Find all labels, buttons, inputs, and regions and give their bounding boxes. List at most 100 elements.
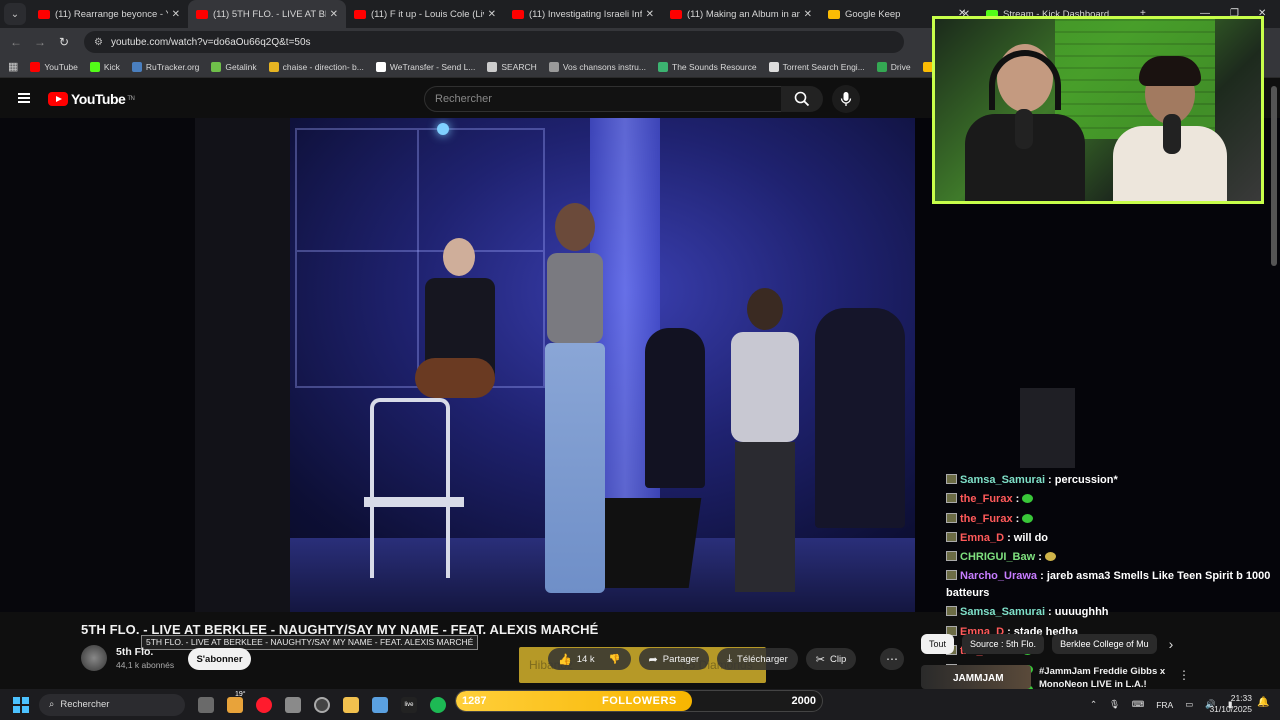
chat-text: : will do: [1004, 531, 1049, 544]
keep-favicon-icon: [828, 9, 840, 19]
download-label: Télécharger: [737, 653, 788, 665]
bookmark-favicon-icon: [268, 61, 279, 72]
like-button[interactable]: 👍 14 k 👎: [548, 648, 631, 670]
chat-badge-icon: [946, 551, 957, 562]
thumbs-down-icon[interactable]: 👎: [609, 654, 621, 665]
weather-icon[interactable]: 19°: [227, 691, 246, 713]
site-info-icon[interactable]: ⚙: [94, 37, 103, 48]
taskbar-search[interactable]: ⌕ Rechercher: [39, 693, 185, 716]
followers-label: FOLLOWERS: [602, 695, 677, 707]
tab-title: (11) Rearrange beyonce - YouTube: [55, 8, 168, 20]
reload-icon[interactable]: ↻: [52, 35, 76, 49]
task-view-icon[interactable]: [198, 696, 214, 713]
app-circle-icon[interactable]: [314, 696, 330, 713]
tab-close-icon[interactable]: ✕: [804, 9, 812, 20]
share-icon: ➦: [648, 653, 658, 666]
search-placeholder: Rechercher: [435, 93, 492, 105]
browser-tab[interactable]: (11) Making an Album in an Of ✕: [662, 0, 820, 28]
chat-text: : uuuughhh: [1045, 606, 1109, 619]
tab-close-icon[interactable]: ✕: [488, 9, 496, 20]
chip-berklee[interactable]: Berklee College of Mu: [1052, 634, 1157, 654]
chat-username: the_Furax: [960, 493, 1013, 506]
chevron-up-icon[interactable]: ⌃: [1090, 699, 1097, 710]
clock[interactable]: 21:33 31/10/2025: [1208, 693, 1252, 715]
kebab-menu-icon[interactable]: ⋮: [1178, 668, 1190, 682]
bookmark-item[interactable]: Drive: [876, 61, 911, 72]
bookmark-item[interactable]: Getalink: [211, 61, 257, 72]
youtube-favicon-icon: [512, 9, 524, 19]
thumbs-up-icon: 👍: [558, 653, 572, 666]
file-explorer-icon[interactable]: [343, 696, 359, 713]
bookmark-favicon-icon: [375, 61, 386, 72]
bookmark-item[interactable]: The Sounds Resource: [658, 61, 757, 72]
keyboard-icon[interactable]: ⌨: [1132, 699, 1144, 710]
share-button[interactable]: ➦ Partager: [638, 648, 710, 670]
recommendation-chips: Tout Source : 5th Flo. Berklee College o…: [921, 634, 1173, 654]
tab-close-icon[interactable]: ✕: [172, 9, 180, 20]
channel-name[interactable]: 5th Flo.: [116, 646, 174, 658]
weather-temp: 19°: [235, 690, 246, 698]
menu-icon[interactable]: [18, 93, 30, 103]
chat-username: Emna_D: [960, 531, 1005, 544]
bookmark-item[interactable]: WeTransfer - Send L...: [375, 61, 475, 72]
forward-icon[interactable]: →: [28, 35, 52, 49]
more-actions-button[interactable]: ⋯: [880, 648, 904, 670]
language-indicator[interactable]: FRA: [1156, 700, 1173, 710]
bookmark-item[interactable]: YouTube: [30, 61, 78, 72]
youtube-logo[interactable]: YouTube TN: [48, 91, 135, 107]
bookmark-favicon-icon: [131, 61, 142, 72]
bookmark-item[interactable]: SEARCH: [487, 61, 537, 72]
apps-grid-icon[interactable]: ▦: [8, 60, 18, 73]
browser-tab[interactable]: (11) Investigating Israeli Influen ✕: [504, 0, 662, 28]
back-icon[interactable]: ←: [4, 35, 28, 49]
search-icon: [794, 91, 810, 107]
download-button[interactable]: ⤓ Télécharger: [717, 648, 798, 670]
tab-title: (11) Investigating Israeli Influen: [529, 8, 642, 20]
subscribe-button[interactable]: S'abonner: [188, 648, 251, 670]
youtube-play-icon: [48, 92, 68, 106]
voice-search-button[interactable]: [832, 85, 860, 113]
cat-emote-icon: [1044, 552, 1056, 562]
chevron-right-icon[interactable]: ›: [1169, 636, 1174, 652]
chip-all[interactable]: Tout: [921, 634, 955, 654]
scrollbar[interactable]: [1271, 86, 1277, 266]
bookmark-item[interactable]: Torrent Search Engi...: [768, 61, 865, 72]
spotify-icon[interactable]: [430, 696, 446, 713]
video-frame: [195, 118, 915, 612]
bookmark-favicon-icon: [30, 61, 41, 72]
live-app-icon[interactable]: live: [401, 696, 417, 713]
url-field[interactable]: ⚙ youtube.com/watch?v=do6aOu66q2Q&t=50s: [84, 31, 904, 53]
tab-close-icon[interactable]: ✕: [330, 9, 338, 20]
video-letterbox: [0, 118, 195, 612]
chip-source[interactable]: Source : 5th Flo.: [962, 634, 1045, 654]
youtube-country-code: TN: [127, 96, 135, 102]
youtube-logo-text: YouTube: [71, 91, 126, 107]
bookmark-item[interactable]: chaise - direction- b...: [268, 61, 364, 72]
clock-date: 31/10/2025: [1209, 704, 1252, 714]
recommended-video[interactable]: JAMMJAM #JammJam Freddie Gibbs x MonoNeo…: [921, 665, 1201, 690]
browser-tab[interactable]: (11) F it up - Louis Cole (Live Se ✕: [346, 0, 504, 28]
channel-avatar[interactable]: [81, 645, 107, 671]
search-button[interactable]: [781, 86, 823, 112]
clip-button[interactable]: ✂ Clip: [805, 648, 857, 670]
tab-search-dropdown[interactable]: ⌄: [4, 3, 26, 25]
network-icon[interactable]: ▭: [1185, 699, 1193, 710]
bookmark-item[interactable]: Vos chansons instru...: [548, 61, 646, 72]
bookmark-item[interactable]: RuTracker.org: [131, 61, 199, 72]
microphone-icon[interactable]: 🎙: [1109, 699, 1120, 710]
followers-goal: 2000: [791, 695, 816, 707]
tab-close-icon[interactable]: ✕: [646, 9, 654, 20]
chat-text: : percussion*: [1045, 474, 1118, 486]
photos-icon[interactable]: [372, 696, 388, 713]
followers-goal-bar: 1287 FOLLOWERS 2000: [455, 690, 823, 712]
opera-icon[interactable]: [256, 696, 272, 713]
search-input[interactable]: Rechercher: [424, 86, 782, 112]
browser-tab[interactable]: (11) 5TH FLO. - LIVE AT BERKLEE ✕: [188, 0, 346, 28]
app-icon[interactable]: [285, 696, 301, 713]
windows-start-icon[interactable]: [13, 696, 29, 713]
browser-tab[interactable]: (11) Rearrange beyonce - YouTube ✕: [30, 0, 188, 28]
chat-badge-icon: [946, 474, 957, 484]
channel-info: 5th Flo. 44,1 k abonnés: [81, 645, 174, 671]
notification-bell-icon[interactable]: 🔔: [1257, 697, 1269, 708]
bookmark-item[interactable]: Kick: [89, 61, 120, 72]
